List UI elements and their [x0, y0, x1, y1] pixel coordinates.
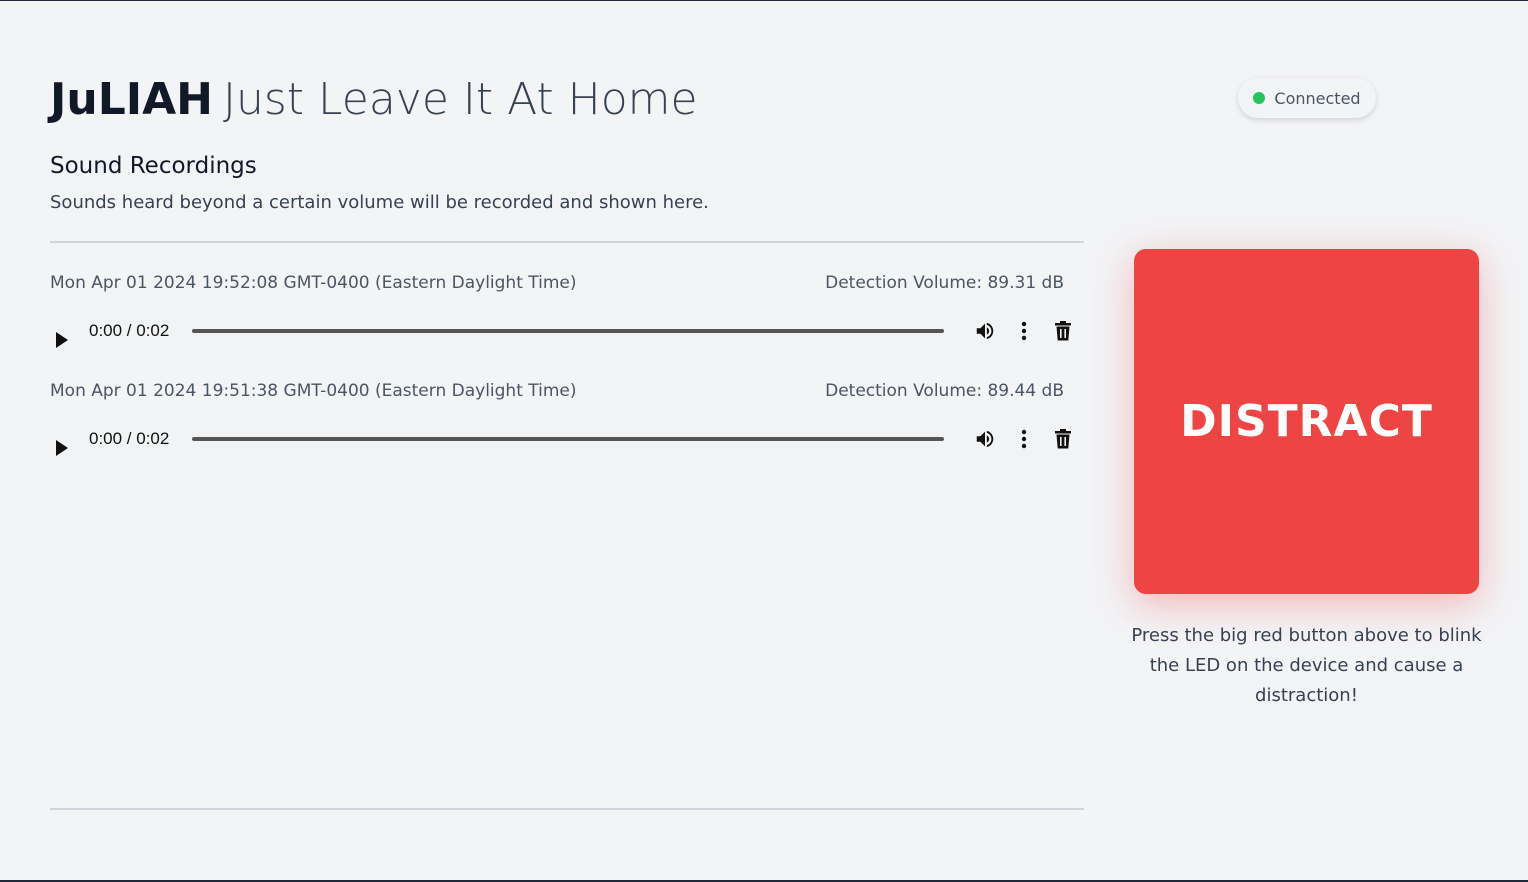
audio-player: 0:00 / 0:02 [50, 305, 1084, 359]
volume-icon[interactable] [974, 320, 996, 346]
audio-progress-bar[interactable] [192, 437, 944, 441]
page-title: JuLIAH Just Leave It At Home [50, 73, 698, 127]
recording-timestamp: Mon Apr 01 2024 19:52:08 GMT-0400 (Easte… [50, 273, 577, 293]
recording-item: Mon Apr 01 2024 19:51:38 GMT-0400 (Easte… [50, 379, 1084, 473]
recordings-section-title: Sound Recordings [50, 153, 257, 179]
play-button[interactable] [50, 423, 74, 456]
distract-button[interactable]: DISTRACT [1134, 249, 1479, 594]
connection-status-badge: Connected [1238, 78, 1376, 118]
play-icon [56, 332, 68, 348]
recording-meta: Mon Apr 01 2024 19:52:08 GMT-0400 (Easte… [50, 271, 1064, 295]
recording-meta: Mon Apr 01 2024 19:51:38 GMT-0400 (Easte… [50, 379, 1064, 403]
delete-icon[interactable] [1054, 320, 1072, 346]
recording-detection-volume: Detection Volume: 89.44 dB [825, 381, 1064, 401]
recordings-section-description: Sounds heard beyond a certain volume wil… [50, 192, 709, 213]
status-dot-icon [1253, 92, 1266, 104]
audio-time: 0:00 / 0:02 [89, 321, 170, 340]
brand-name: JuLIAH [50, 74, 213, 125]
distract-hint: Press the big red button above to blink … [1131, 625, 1482, 706]
brand-tagline: Just Leave It At Home [222, 74, 698, 125]
audio-player: 0:00 / 0:02 [50, 413, 1084, 467]
recording-item: Mon Apr 01 2024 19:52:08 GMT-0400 (Easte… [50, 271, 1084, 365]
volume-icon[interactable] [974, 428, 996, 454]
recording-detection-volume: Detection Volume: 89.31 dB [825, 273, 1064, 293]
audio-progress-bar[interactable] [192, 329, 944, 333]
more-options-icon[interactable] [1016, 428, 1032, 454]
play-icon [56, 440, 68, 456]
connection-status-label: Connected [1274, 88, 1361, 108]
audio-time: 0:00 / 0:02 [89, 429, 170, 448]
bottom-divider [50, 808, 1084, 810]
delete-icon[interactable] [1054, 428, 1072, 454]
recording-timestamp: Mon Apr 01 2024 19:51:38 GMT-0400 (Easte… [50, 381, 577, 401]
top-divider [50, 241, 1084, 243]
play-button[interactable] [50, 315, 74, 348]
more-options-icon[interactable] [1016, 320, 1032, 346]
